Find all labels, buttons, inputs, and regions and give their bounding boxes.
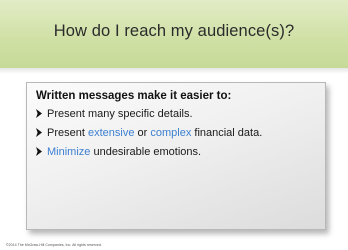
- bullet-text: Present many specific details.: [47, 108, 193, 120]
- bullet-text: or: [134, 127, 151, 139]
- right-arrowhead-icon: [36, 128, 42, 137]
- bullet-highlight: Minimize: [47, 146, 91, 158]
- slide-title: How do I reach my audience(s)?: [53, 22, 295, 40]
- right-arrowhead-icon: [36, 147, 42, 156]
- bullet-highlight: extensive: [87, 127, 135, 139]
- title-band-shadow: [0, 68, 348, 74]
- copyright-footer: ©2014 The McGraw-Hill Companies, Inc. Al…: [6, 243, 102, 247]
- bullet-highlight: complex: [150, 127, 192, 139]
- bullet-item: Present extensive or complex financial d…: [36, 127, 262, 139]
- right-arrowhead-icon: [36, 109, 42, 118]
- content-heading: Written messages make it easier to:: [36, 90, 232, 102]
- bullet-item: Minimize undesirable emotions.: [36, 146, 201, 158]
- bullet-item: Present many specific details.: [36, 108, 193, 120]
- bullet-text: financial data.: [191, 127, 263, 139]
- title-band: How do I reach my audience(s)?: [0, 0, 348, 68]
- bullet-text: undesirable emotions.: [90, 146, 202, 158]
- content-box: Written messages make it easier to: Pres…: [26, 82, 326, 230]
- bullet-text: Present: [47, 127, 88, 139]
